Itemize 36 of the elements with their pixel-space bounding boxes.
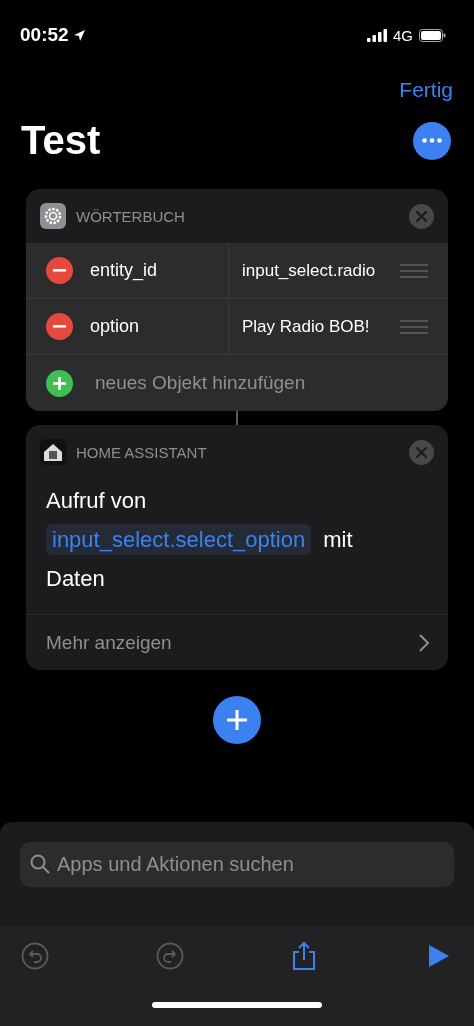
add-action-button[interactable] bbox=[213, 696, 261, 744]
status-time: 00:52 bbox=[20, 24, 69, 46]
battery-icon bbox=[419, 28, 446, 42]
search-icon bbox=[30, 854, 50, 874]
network-label: 4G bbox=[393, 26, 413, 44]
gear-icon bbox=[40, 203, 66, 229]
plus-icon bbox=[53, 376, 66, 390]
remove-button[interactable] bbox=[46, 257, 73, 284]
remove-button[interactable] bbox=[46, 313, 73, 340]
minus-icon bbox=[53, 269, 66, 272]
shortcut-title: Test bbox=[21, 118, 101, 163]
data-token[interactable]: Daten bbox=[46, 566, 105, 591]
house-icon bbox=[40, 439, 66, 465]
show-more-label[interactable]: Mehr anzeigen bbox=[46, 631, 172, 654]
close-icon bbox=[416, 446, 427, 458]
add-item-label[interactable]: neues Objekt hinzufügen bbox=[95, 372, 306, 394]
dictionary-value[interactable]: Play Radio BOB! bbox=[242, 316, 370, 337]
add-button[interactable] bbox=[46, 369, 73, 397]
more-button[interactable] bbox=[413, 121, 451, 160]
plus-icon bbox=[227, 710, 247, 730]
chevron-right-icon[interactable] bbox=[419, 633, 430, 652]
action-header: HOME ASSISTANT bbox=[76, 443, 208, 461]
done-link[interactable]: Fertig bbox=[399, 78, 453, 102]
dictionary-key[interactable]: option bbox=[90, 316, 140, 337]
minus-icon bbox=[53, 325, 66, 328]
ellipsis-icon bbox=[422, 138, 442, 143]
action-text: Aufruf von bbox=[46, 488, 147, 513]
location-icon bbox=[72, 28, 86, 42]
signal-icon bbox=[367, 28, 387, 42]
action-header: WÖRTERBUCH bbox=[76, 207, 186, 225]
search-field[interactable]: Apps und Aktionen suchen bbox=[20, 842, 454, 887]
dictionary-key[interactable]: entity_id bbox=[90, 260, 158, 281]
close-icon bbox=[416, 210, 427, 222]
service-token[interactable]: input_select.select_option bbox=[46, 524, 312, 555]
action-text: mit bbox=[323, 527, 353, 552]
dictionary-value[interactable]: input_select.radio bbox=[242, 260, 376, 281]
